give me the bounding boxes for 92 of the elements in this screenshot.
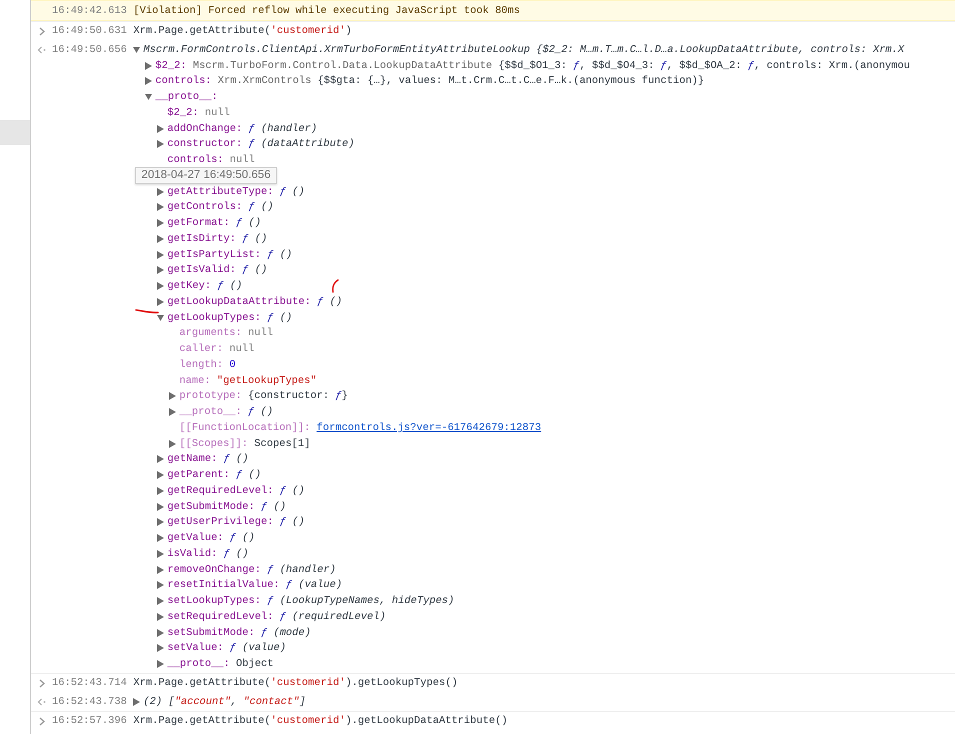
warning-message: [Violation] Forced reflow while executing JavaScript took 80ms — [133, 4, 520, 19]
property-entry[interactable]: getKey: ƒ () — [167, 278, 242, 294]
expand-triangle-icon[interactable] — [169, 440, 176, 448]
expand-triangle-icon[interactable] — [157, 581, 164, 590]
property-entry: controls: null — [167, 153, 255, 168]
property-entry[interactable]: __proto__: ƒ () — [179, 404, 273, 420]
expand-triangle-icon[interactable] — [157, 534, 164, 542]
annotation-dash — [135, 309, 159, 315]
expand-triangle-icon[interactable] — [157, 502, 164, 511]
expand-triangle-icon[interactable] — [157, 203, 164, 212]
expand-triangle-icon[interactable] — [157, 660, 164, 668]
expand-triangle-icon[interactable] — [157, 282, 164, 290]
expand-triangle-icon[interactable] — [133, 698, 140, 706]
result-summary[interactable]: Mscrm.FormControls.ClientApi.XrmTurboFormEntityAttributeLookup {$2_2: M…m.T…m.C…l.D…a.LookupDataAttribute, controls: Xrm.X — [143, 42, 904, 58]
expand-triangle-icon[interactable] — [157, 628, 164, 637]
expand-triangle-icon[interactable] — [145, 77, 152, 86]
property-entry[interactable]: getLookupTypes: ƒ () — [167, 310, 292, 326]
property-entry[interactable]: setRequiredLevel: ƒ (requiredLevel) — [167, 608, 386, 625]
property-entry[interactable]: getName: ƒ () — [167, 451, 249, 468]
expand-triangle-icon[interactable] — [157, 298, 164, 306]
result-arrow-icon — [37, 46, 46, 54]
property-entry: [[FunctionLocation]]: formcontrols.js?ver=-617642679:12873 — [179, 420, 542, 436]
timestamp: 16:52:43.714 — [52, 676, 127, 691]
property-entry[interactable]: getIsValid: ƒ () — [167, 262, 268, 278]
property-entry: arguments: null — [179, 326, 273, 342]
property-entry[interactable]: setValue: ƒ (value) — [167, 640, 286, 656]
property-entry[interactable]: getUserPrivilege: ƒ () — [167, 514, 305, 530]
expand-triangle-icon[interactable] — [157, 124, 164, 133]
timestamp: 16:49:42.613 — [52, 4, 127, 19]
property-entry: name: "getLookupTypes" — [179, 374, 317, 389]
expand-triangle-icon[interactable] — [157, 219, 164, 228]
command-line: Xrm.Page.getAttribute('customerid').getLookupTypes() — [133, 676, 458, 691]
expand-triangle-icon[interactable] — [169, 408, 176, 416]
expand-triangle-icon[interactable] — [157, 644, 164, 652]
property-entry[interactable]: setSubmitMode: ƒ (mode) — [167, 624, 311, 641]
property-entry[interactable]: getValue: ƒ () — [167, 530, 255, 546]
command-line: Xrm.Page.getAttribute('customerid') — [133, 24, 352, 39]
expand-triangle-icon[interactable] — [157, 266, 164, 274]
timestamp: 16:52:57.396 — [52, 714, 127, 729]
property-entry[interactable]: [[Scopes]]: Scopes[1] — [179, 436, 310, 452]
property-entry[interactable]: getSubmitMode: ƒ () — [167, 498, 286, 515]
property-entry[interactable]: __proto__: — [155, 89, 218, 106]
property-entry[interactable]: resetInitialValue: ƒ (value) — [167, 577, 342, 594]
result-arrow-icon — [37, 698, 46, 706]
property-entry[interactable]: getControls: ƒ () — [167, 199, 274, 216]
prompt-chevron-icon — [38, 678, 44, 688]
expand-triangle-icon[interactable] — [157, 566, 164, 574]
property-entry[interactable]: isValid: ƒ () — [167, 546, 249, 562]
prompt-chevron-icon — [38, 716, 44, 726]
timestamp-tooltip: 2018-04-27 16:49:50.656 — [135, 167, 277, 184]
timestamp: 16:52:43.738 — [52, 695, 127, 710]
expand-triangle-icon[interactable] — [157, 250, 164, 259]
property-entry[interactable]: getAttributeType: ƒ () — [167, 184, 305, 200]
prompt-chevron-icon — [38, 26, 44, 36]
property-entry: $2_2: null — [167, 106, 230, 121]
timestamp: 16:49:50.631 — [52, 24, 127, 39]
expand-triangle-icon[interactable] — [157, 518, 164, 526]
expand-triangle-icon[interactable] — [145, 62, 152, 70]
collapse-triangle-icon[interactable] — [145, 93, 152, 102]
property-entry[interactable]: prototype: {constructor: ƒ} — [179, 388, 348, 404]
property-entry[interactable]: getIsDirty: ƒ () — [167, 230, 268, 247]
property-entry[interactable]: getFormat: ƒ () — [167, 215, 261, 232]
collapse-triangle-icon[interactable] — [133, 46, 140, 54]
property-entry: length: 0 — [179, 358, 236, 373]
property-entry: caller: null — [179, 342, 254, 358]
timestamp: 16:49:50.656 — [52, 43, 127, 58]
property-entry[interactable]: getRequiredLevel: ƒ () — [167, 482, 305, 499]
expand-triangle-icon[interactable] — [157, 597, 164, 606]
expand-triangle-icon[interactable] — [157, 234, 164, 243]
property-entry[interactable]: getParent: ƒ () — [167, 467, 261, 484]
expand-triangle-icon[interactable] — [157, 140, 164, 148]
property-entry[interactable]: controls: Xrm.XrmControls {$$gta: {…}, values: M…t.Crm.C…t.C…e.F…k.(anonymous function)} — [155, 73, 704, 90]
property-entry[interactable]: removeOnChange: ƒ (handler) — [167, 562, 336, 578]
collapse-triangle-icon[interactable] — [157, 314, 164, 322]
expand-triangle-icon[interactable] — [157, 455, 164, 464]
property-entry[interactable]: constructor: ƒ (dataAttribute) — [167, 136, 355, 152]
property-entry[interactable]: setLookupTypes: ƒ (LookupTypeNames, hideTypes) — [167, 593, 454, 610]
annotation-tick — [331, 279, 339, 293]
expand-triangle-icon[interactable] — [169, 392, 176, 400]
expand-triangle-icon[interactable] — [157, 550, 164, 558]
expand-triangle-icon[interactable] — [157, 471, 164, 480]
property-entry[interactable]: getLookupDataAttribute: ƒ () — [167, 294, 342, 310]
property-entry[interactable]: getIsPartyList: ƒ () — [167, 246, 292, 263]
row-highlight — [0, 120, 30, 145]
property-entry[interactable]: $2_2: Mscrm.TurboForm.Control.Data.LookupDataAttribute {$$d_$O1_3: ƒ, $$d_$O4_3: ƒ, $$d_$OA_2: ƒ, controls: Xrm.(anonymou — [155, 58, 910, 74]
property-entry[interactable]: __proto__: Object — [167, 656, 274, 672]
expand-triangle-icon[interactable] — [157, 612, 164, 621]
expand-triangle-icon[interactable] — [157, 486, 164, 495]
expand-triangle-icon[interactable] — [157, 188, 164, 196]
command-line: Xrm.Page.getAttribute('customerid').getLookupDataAttribute() — [133, 714, 508, 729]
result-summary[interactable]: (2) ["account", "contact"] — [143, 694, 306, 710]
property-entry[interactable]: addOnChange: ƒ (handler) — [167, 120, 318, 137]
